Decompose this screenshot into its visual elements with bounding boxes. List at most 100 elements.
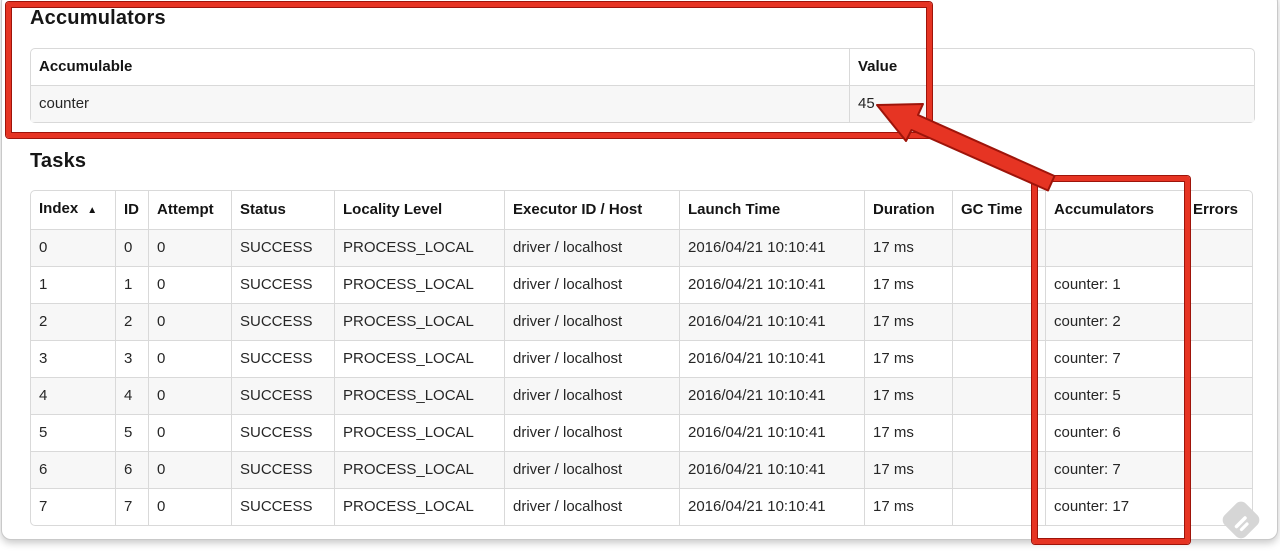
table-row: 4 4 0 SUCCESS PROCESS_LOCAL driver / loc… <box>31 377 1252 414</box>
task-launch-time-cell: 2016/04/21 10:10:41 <box>679 377 864 414</box>
task-accumulators-cell: counter: 1 <box>1045 266 1184 303</box>
task-accumulators-cell: counter: 2 <box>1045 303 1184 340</box>
task-locality-cell: PROCESS_LOCAL <box>334 340 504 377</box>
accumulators-table: Accumulable Value counter 45 <box>30 48 1255 123</box>
tasks-table: Index ▲ ID Attempt Status Locality Level … <box>30 190 1253 526</box>
table-row: counter 45 <box>31 85 1254 122</box>
task-id-cell: 1 <box>115 266 148 303</box>
task-status-cell: SUCCESS <box>231 414 334 451</box>
table-header-row: Index ▲ ID Attempt Status Locality Level … <box>31 191 1252 229</box>
sort-ascending-icon: ▲ <box>87 205 98 216</box>
task-locality-cell: PROCESS_LOCAL <box>334 377 504 414</box>
task-accumulators-cell: counter: 17 <box>1045 488 1184 525</box>
tasks-header-locality-level[interactable]: Locality Level <box>334 191 504 229</box>
task-locality-cell: PROCESS_LOCAL <box>334 451 504 488</box>
task-locality-cell: PROCESS_LOCAL <box>334 414 504 451</box>
task-gc-time-cell <box>952 414 1045 451</box>
task-index-cell: 3 <box>31 340 115 377</box>
task-errors-cell <box>1184 229 1252 266</box>
task-index-cell: 6 <box>31 451 115 488</box>
task-launch-time-cell: 2016/04/21 10:10:41 <box>679 266 864 303</box>
tasks-header-attempt[interactable]: Attempt <box>148 191 231 229</box>
task-attempt-cell: 0 <box>148 303 231 340</box>
task-id-cell: 7 <box>115 488 148 525</box>
tasks-header-status[interactable]: Status <box>231 191 334 229</box>
task-executor-cell: driver / localhost <box>504 377 679 414</box>
task-status-cell: SUCCESS <box>231 266 334 303</box>
task-duration-cell: 17 ms <box>864 377 952 414</box>
tasks-heading: Tasks <box>30 150 87 172</box>
task-executor-cell: driver / localhost <box>504 414 679 451</box>
tasks-header-gc-time[interactable]: GC Time <box>952 191 1045 229</box>
tasks-header-index[interactable]: Index ▲ <box>31 191 115 229</box>
task-launch-time-cell: 2016/04/21 10:10:41 <box>679 303 864 340</box>
task-duration-cell: 17 ms <box>864 266 952 303</box>
task-locality-cell: PROCESS_LOCAL <box>334 303 504 340</box>
table-row: 7 7 0 SUCCESS PROCESS_LOCAL driver / loc… <box>31 488 1252 525</box>
task-gc-time-cell <box>952 377 1045 414</box>
task-index-cell: 5 <box>31 414 115 451</box>
task-executor-cell: driver / localhost <box>504 340 679 377</box>
task-gc-time-cell <box>952 340 1045 377</box>
tasks-header-duration[interactable]: Duration <box>864 191 952 229</box>
task-accumulators-cell: counter: 7 <box>1045 340 1184 377</box>
task-executor-cell: driver / localhost <box>504 229 679 266</box>
task-status-cell: SUCCESS <box>231 340 334 377</box>
task-gc-time-cell <box>952 488 1045 525</box>
tasks-header-errors[interactable]: Errors <box>1184 191 1252 229</box>
task-attempt-cell: 0 <box>148 266 231 303</box>
task-status-cell: SUCCESS <box>231 229 334 266</box>
task-attempt-cell: 0 <box>148 488 231 525</box>
task-errors-cell <box>1184 266 1252 303</box>
task-id-cell: 3 <box>115 340 148 377</box>
task-index-cell: 4 <box>31 377 115 414</box>
task-index-cell: 2 <box>31 303 115 340</box>
task-id-cell: 4 <box>115 377 148 414</box>
task-launch-time-cell: 2016/04/21 10:10:41 <box>679 340 864 377</box>
task-duration-cell: 17 ms <box>864 488 952 525</box>
tasks-header-launch-time[interactable]: Launch Time <box>679 191 864 229</box>
task-index-cell: 0 <box>31 229 115 266</box>
task-attempt-cell: 0 <box>148 451 231 488</box>
tasks-header-executor-host[interactable]: Executor ID / Host <box>504 191 679 229</box>
task-launch-time-cell: 2016/04/21 10:10:41 <box>679 229 864 266</box>
task-executor-cell: driver / localhost <box>504 266 679 303</box>
task-launch-time-cell: 2016/04/21 10:10:41 <box>679 451 864 488</box>
tasks-header-index-label: Index <box>39 200 79 217</box>
task-executor-cell: driver / localhost <box>504 451 679 488</box>
task-locality-cell: PROCESS_LOCAL <box>334 266 504 303</box>
task-accumulators-cell: counter: 6 <box>1045 414 1184 451</box>
value-column-header: Value <box>849 49 1254 85</box>
task-accumulators-cell: counter: 5 <box>1045 377 1184 414</box>
task-duration-cell: 17 ms <box>864 229 952 266</box>
tasks-header-accumulators[interactable]: Accumulators <box>1045 191 1184 229</box>
task-duration-cell: 17 ms <box>864 303 952 340</box>
table-row: 5 5 0 SUCCESS PROCESS_LOCAL driver / loc… <box>31 414 1252 451</box>
table-row: 0 0 0 SUCCESS PROCESS_LOCAL driver / loc… <box>31 229 1252 266</box>
table-row: 1 1 0 SUCCESS PROCESS_LOCAL driver / loc… <box>31 266 1252 303</box>
task-errors-cell <box>1184 488 1252 525</box>
task-status-cell: SUCCESS <box>231 377 334 414</box>
tasks-header-id[interactable]: ID <box>115 191 148 229</box>
accumulators-heading: Accumulators <box>30 7 166 29</box>
task-executor-cell: driver / localhost <box>504 303 679 340</box>
spark-ui-page: Accumulators Accumulable Value counter 4… <box>0 0 1280 556</box>
table-header-row: Accumulable Value <box>31 49 1254 85</box>
table-row: 3 3 0 SUCCESS PROCESS_LOCAL driver / loc… <box>31 340 1252 377</box>
task-errors-cell <box>1184 340 1252 377</box>
accumulable-column-header: Accumulable <box>39 58 133 75</box>
accumulable-value-cell: 45 <box>849 85 1254 122</box>
task-status-cell: SUCCESS <box>231 488 334 525</box>
task-launch-time-cell: 2016/04/21 10:10:41 <box>679 414 864 451</box>
task-id-cell: 0 <box>115 229 148 266</box>
task-errors-cell <box>1184 414 1252 451</box>
task-executor-cell: driver / localhost <box>504 488 679 525</box>
task-gc-time-cell <box>952 303 1045 340</box>
task-status-cell: SUCCESS <box>231 451 334 488</box>
task-gc-time-cell <box>952 451 1045 488</box>
task-attempt-cell: 0 <box>148 229 231 266</box>
task-accumulators-cell: counter: 7 <box>1045 451 1184 488</box>
task-gc-time-cell <box>952 266 1045 303</box>
task-errors-cell <box>1184 377 1252 414</box>
task-duration-cell: 17 ms <box>864 414 952 451</box>
